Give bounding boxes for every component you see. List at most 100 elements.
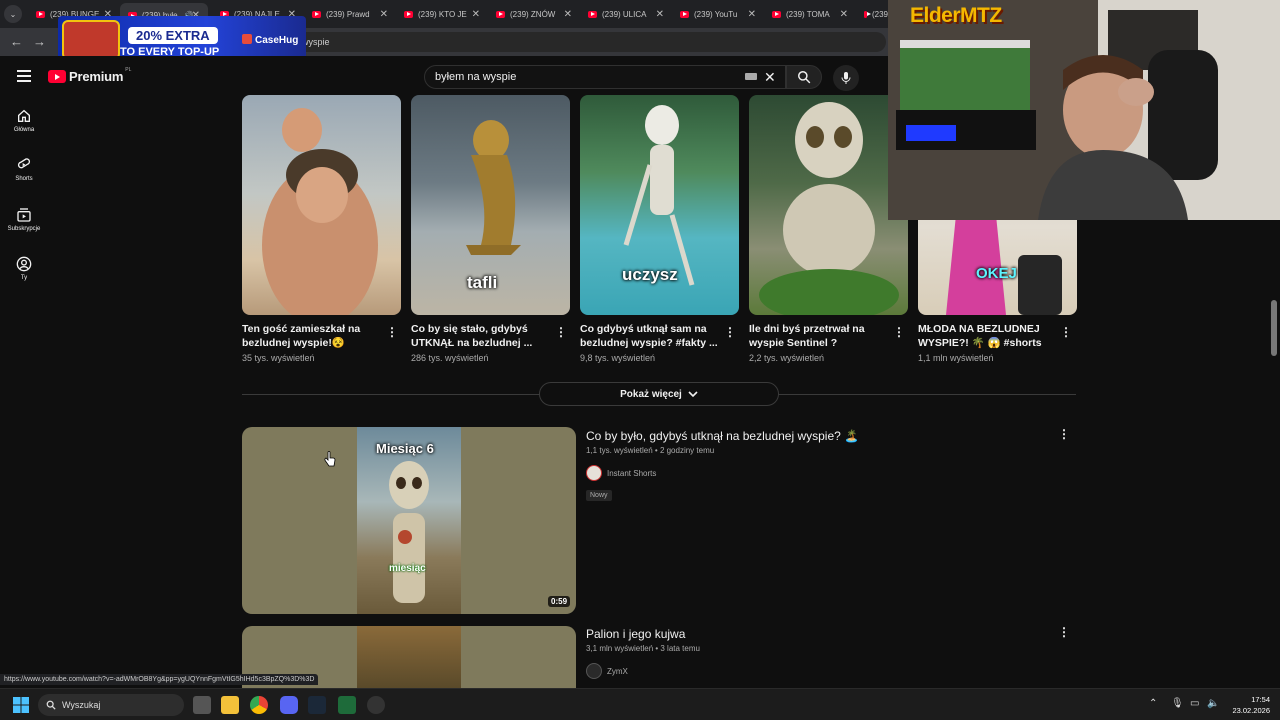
short-views: 1,1 mln wyświetleń	[918, 353, 994, 363]
short-title[interactable]: MŁODA NA BEZLUDNEJ WYSPIE?! 🌴 😱 #shorts	[918, 322, 1056, 350]
short-caption: uczysz	[622, 265, 678, 284]
network-icon[interactable]: ▭	[1190, 698, 1199, 709]
menu-icon[interactable]	[17, 70, 31, 82]
browser-tab[interactable]: (239) ULICA ✕	[580, 4, 672, 24]
short-thumbnail[interactable]	[749, 95, 908, 315]
short-thumbnail[interactable]: uczysz	[580, 95, 739, 315]
chrome-icon[interactable]	[250, 696, 268, 714]
short-caption: tafli	[467, 273, 498, 292]
clear-search-icon[interactable]: ✕	[764, 69, 776, 86]
short-thumbnail[interactable]	[242, 95, 401, 315]
tab-search-icon[interactable]: ⌄	[4, 5, 22, 23]
channel-link[interactable]: Instant Shorts	[586, 465, 656, 481]
channel-link[interactable]: ZymX	[586, 663, 628, 679]
streamer-logo: ElderMTZ	[910, 4, 1002, 27]
short-title[interactable]: Ten gość zamieszkał na bezludnej wyspie!…	[242, 322, 380, 350]
short-views: 35 tys. wyświetleń	[242, 353, 315, 363]
obs-icon[interactable]	[367, 696, 385, 714]
more-options-icon[interactable]: ⋮	[893, 325, 905, 339]
treasure-chest-icon	[62, 20, 120, 60]
tab-label: (239) Prawd	[326, 9, 370, 19]
video-title[interactable]: Co by było, gdybyś utknął na bezludnej w…	[586, 429, 859, 443]
country-code: PL	[125, 66, 132, 73]
clock-date: 23.02.2026	[1232, 706, 1270, 715]
close-tab-icon[interactable]: ✕	[656, 9, 664, 20]
search-query: byłem na wyspie	[435, 71, 517, 83]
youtube-play-icon	[48, 70, 66, 83]
short-title[interactable]: Co by się stało, gdybyś UTKNĄŁ na bezlud…	[411, 322, 549, 350]
search-input[interactable]: byłem na wyspie	[424, 65, 786, 89]
video-thumbnail-image: Miesiąc 6 miesiąc	[357, 427, 461, 614]
youtube-favicon-icon	[864, 10, 871, 18]
thumbnail-overlay-text: miesiąc	[389, 563, 426, 574]
short-thumbnail-image	[759, 102, 899, 315]
promo-brand-name: CaseHug	[255, 35, 299, 46]
steam-icon[interactable]	[308, 696, 326, 714]
forward-arrow-icon[interactable]: →	[33, 34, 46, 49]
show-more-label: Pokaż więcej	[620, 388, 682, 400]
browser-tab[interactable]: (239) KTO JE ✕	[396, 4, 488, 24]
sidebar-label: Subskrypcje	[7, 226, 41, 232]
sidebar-item-you[interactable]: Ty	[0, 256, 48, 281]
taskbar-clock[interactable]: 17:54 23.02.2026	[1232, 694, 1270, 716]
volume-icon[interactable]: 🔈	[1207, 698, 1219, 709]
short-thumbnail[interactable]: tafli	[411, 95, 570, 315]
back-arrow-icon[interactable]: ←	[10, 34, 23, 49]
short-title[interactable]: Co gdybyś utknął sam na bezludnej wyspie…	[580, 322, 718, 350]
sidebar-item-shorts[interactable]: Shorts	[0, 157, 48, 182]
browser-tab[interactable]: (239) Prawd ✕	[304, 4, 396, 24]
sidebar-item-home[interactable]: Główna	[0, 108, 48, 133]
browser-tab[interactable]: (239) YouTu ✕	[672, 4, 764, 24]
tab-label: (239) YouTu	[694, 9, 738, 19]
youtube-header: Premium PL byłem na wyspie ✕	[0, 56, 888, 96]
more-options-icon[interactable]: ⋮	[386, 325, 398, 339]
video-thumbnail[interactable]: Miesiąc 6 miesiąc	[242, 427, 576, 614]
youtube-logo[interactable]: Premium PL	[48, 66, 132, 84]
microphone-tray-icon[interactable]: 🎙	[1171, 698, 1184, 709]
windows-taskbar: Wyszukaj ⌃ 🎙 ▭ 🔈 17:54 23.02.2026	[0, 688, 1280, 720]
clock-time: 17:54	[1251, 695, 1270, 704]
video-meta: 3,1 mln wyświetleń • 3 lata temu	[586, 644, 700, 653]
browser-tab[interactable]: (239	[856, 4, 888, 24]
youtube-favicon-icon	[496, 10, 505, 18]
close-tab-icon[interactable]: ✕	[380, 9, 388, 20]
browser-tab[interactable]: (239) ZNÓW ✕	[488, 4, 580, 24]
link-status-url: https://www.youtube.com/watch?v=-adWMrOB…	[0, 674, 319, 685]
page-scrollbar[interactable]	[1271, 300, 1277, 356]
channel-avatar	[586, 663, 602, 679]
youtube-favicon-icon	[680, 10, 689, 18]
tab-label: (239	[871, 9, 888, 19]
close-tab-icon[interactable]: ✕	[748, 9, 756, 20]
taskbar-search[interactable]: Wyszukaj	[38, 694, 184, 716]
search-button[interactable]	[786, 65, 822, 89]
show-more-button[interactable]: Pokaż więcej	[539, 382, 779, 406]
tab-label: (239) TOMA	[786, 9, 830, 19]
voice-search-button[interactable]	[833, 65, 859, 91]
app-icon[interactable]	[338, 696, 356, 714]
short-title[interactable]: Ile dni byś przetrwał na wyspie Sentinel…	[749, 322, 887, 350]
discord-icon[interactable]	[280, 696, 298, 714]
channel-name: ZymX	[607, 666, 628, 676]
video-title[interactable]: Palion i jego kujwa	[586, 627, 685, 641]
more-options-icon[interactable]: ⋮	[1058, 427, 1070, 441]
youtube-favicon-icon	[588, 10, 597, 18]
tab-label: (239) ZNÓW	[510, 9, 556, 19]
file-explorer-icon[interactable]	[221, 696, 239, 714]
task-view-icon[interactable]	[193, 696, 211, 714]
more-options-icon[interactable]: ⋮	[1060, 325, 1072, 339]
more-options-icon[interactable]: ⋮	[1058, 625, 1070, 639]
keyboard-icon[interactable]	[745, 73, 757, 80]
promo-brand: CaseHug	[242, 34, 298, 46]
tray-chevron-up-icon[interactable]: ⌃	[1149, 698, 1157, 709]
sidebar-item-subscriptions[interactable]: Subskrypcje	[0, 207, 48, 232]
you-icon	[16, 256, 32, 272]
home-icon	[18, 109, 30, 122]
close-tab-icon[interactable]: ✕	[472, 9, 480, 20]
more-options-icon[interactable]: ⋮	[724, 325, 736, 339]
close-tab-icon[interactable]: ✕	[840, 9, 848, 20]
windows-start-icon[interactable]	[13, 697, 29, 713]
browser-tab[interactable]: (239) TOMA ✕	[764, 4, 856, 24]
more-options-icon[interactable]: ⋮	[555, 325, 567, 339]
close-tab-icon[interactable]: ✕	[564, 9, 572, 20]
video-duration: 0:59	[548, 596, 571, 607]
